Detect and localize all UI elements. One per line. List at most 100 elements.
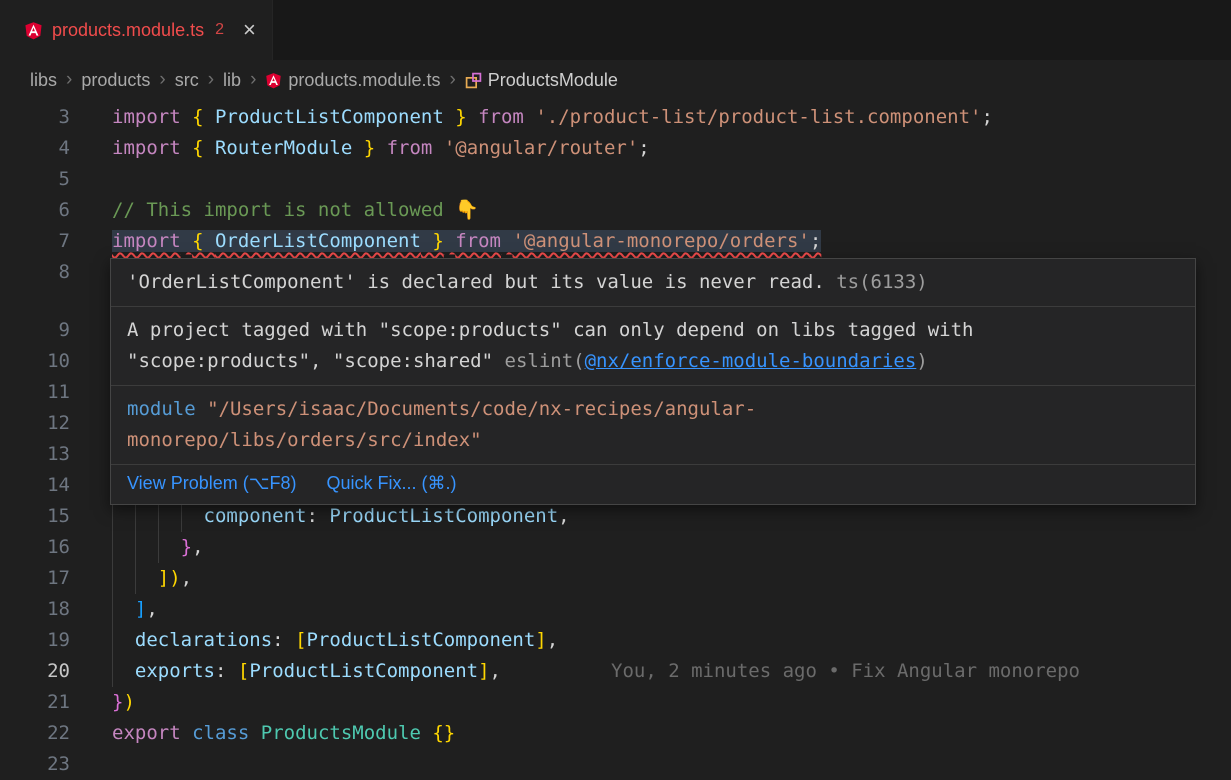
- code-token: [375, 137, 386, 159]
- line-number[interactable]: 16: [0, 532, 70, 563]
- line-number[interactable]: 13: [0, 439, 70, 470]
- code-line-22[interactable]: 22 export class ProductsModule {}: [0, 718, 1231, 749]
- code-text: import { ProductListComponent } from './…: [112, 106, 993, 128]
- code-token: :: [215, 660, 238, 682]
- tab-close-icon[interactable]: ×: [243, 19, 256, 41]
- code-line-23[interactable]: 23: [0, 749, 1231, 780]
- code-token: ,: [547, 629, 558, 651]
- code-line-21[interactable]: 21}): [0, 687, 1231, 718]
- view-problem-action[interactable]: View Problem (⌥F8): [127, 473, 296, 494]
- code-token: ts(6133): [836, 271, 928, 293]
- code-token: // This import is not allowed: [112, 199, 455, 221]
- breadcrumb-separator: ›: [66, 69, 72, 91]
- code-token: :: [272, 629, 295, 651]
- code-token: class: [192, 722, 249, 744]
- line-number[interactable]: 12: [0, 408, 70, 439]
- code-line-19[interactable]: 19 declarations: [ProductListComponent],: [0, 625, 1231, 656]
- line-number[interactable]: 14: [0, 470, 70, 501]
- breadcrumb-item-products-module-ts[interactable]: products.module.ts: [265, 70, 440, 91]
- code-token: [444, 230, 455, 252]
- line-number[interactable]: 21: [0, 687, 70, 718]
- code-content: import { RouterModule } from '@angular/r…: [112, 133, 1231, 164]
- code-content: ],: [112, 594, 1231, 625]
- code-token: import: [112, 137, 181, 159]
- eslint-rule-link[interactable]: @nx/enforce-module-boundaries: [585, 350, 917, 372]
- code-content: ]),: [112, 563, 1231, 594]
- breadcrumb-label: src: [175, 70, 199, 91]
- git-blame-annotation: You, 2 minutes ago • Fix Angular monorep…: [611, 660, 1080, 682]
- line-number[interactable]: 11: [0, 377, 70, 408]
- code-line-6[interactable]: 6 // This import is not allowed 👇: [0, 195, 1231, 226]
- breadcrumb-label: libs: [30, 70, 57, 91]
- code-token: import: [112, 230, 181, 252]
- code-line-3[interactable]: 3 import { ProductListComponent } from '.…: [0, 102, 1231, 133]
- code-line-20[interactable]: 20 exports: [ProductListComponent],You, …: [0, 656, 1231, 687]
- code-line-18[interactable]: 18 ],: [0, 594, 1231, 625]
- code-token: [112, 598, 135, 620]
- code-text: component: ProductListComponent,: [112, 505, 570, 527]
- code-line-15[interactable]: 15 component: ProductListComponent,: [0, 501, 1231, 532]
- breadcrumb-label: lib: [223, 70, 241, 91]
- code-token: ,: [490, 660, 501, 682]
- line-number[interactable]: 4: [0, 133, 70, 164]
- line-number[interactable]: 20: [0, 656, 70, 687]
- breadcrumb-item-products[interactable]: products: [81, 70, 150, 91]
- line-number[interactable]: 22: [0, 718, 70, 749]
- breadcrumb-item-productsmodule[interactable]: ProductsModule: [465, 70, 618, 91]
- line-number[interactable]: 19: [0, 625, 70, 656]
- code-token: ,: [181, 567, 192, 589]
- line-number[interactable]: 7: [0, 226, 70, 257]
- code-token: [: [295, 629, 306, 651]
- code-token: [432, 137, 443, 159]
- line-number[interactable]: 10: [0, 346, 70, 377]
- breadcrumb-separator: ›: [159, 69, 165, 91]
- code-token: ]: [478, 660, 489, 682]
- code-line-7[interactable]: 7import { OrderListComponent } from '@an…: [0, 226, 1231, 257]
- tab-products-module-ts[interactable]: products.module.ts 2 ×: [0, 0, 273, 60]
- code-token: ProductListComponent: [307, 629, 536, 651]
- code-token: [181, 722, 192, 744]
- code-token: {: [192, 137, 215, 159]
- code-content: // This import is not allowed 👇: [112, 195, 1231, 226]
- line-number[interactable]: 17: [0, 563, 70, 594]
- code-token: from: [455, 230, 501, 252]
- quick-fix-action[interactable]: Quick Fix... (⌘.): [326, 473, 456, 494]
- line-number[interactable]: 8: [0, 257, 70, 288]
- line-number[interactable]: 9: [0, 315, 70, 346]
- code-line-5[interactable]: 5: [0, 164, 1231, 195]
- line-number[interactable]: 23: [0, 749, 70, 780]
- breadcrumb-item-libs[interactable]: libs: [30, 70, 57, 91]
- line-number[interactable]: 18: [0, 594, 70, 625]
- code-token: [181, 230, 192, 252]
- breadcrumb-item-lib[interactable]: lib: [223, 70, 241, 91]
- code-text: export class ProductsModule {}: [112, 722, 455, 744]
- code-text: ]),: [112, 567, 192, 589]
- code-line-4[interactable]: 4 import { RouterModule } from '@angular/…: [0, 133, 1231, 164]
- code-token: export: [112, 722, 181, 744]
- module-symbol-icon: [465, 72, 482, 89]
- hover-rows: 'OrderListComponent' is declared but its…: [111, 259, 1195, 465]
- line-number[interactable]: 3: [0, 102, 70, 133]
- code-line-16[interactable]: 16 },: [0, 532, 1231, 563]
- hover-diagnostics-popup: 'OrderListComponent' is declared but its…: [110, 258, 1196, 505]
- breadcrumb-item-src[interactable]: src: [175, 70, 199, 91]
- code-line-17[interactable]: 17 ]),: [0, 563, 1231, 594]
- code-token: ;: [638, 137, 649, 159]
- code-token: '@angular/router': [444, 137, 638, 159]
- line-number[interactable]: 5: [0, 164, 70, 195]
- tab-title: products.module.ts: [52, 20, 204, 41]
- line-number[interactable]: 6: [0, 195, 70, 226]
- code-content: export class ProductsModule {}: [112, 718, 1231, 749]
- code-text: ],: [112, 598, 158, 620]
- code-token: ProductListComponent: [215, 106, 444, 128]
- code-token: 👇: [455, 199, 479, 221]
- hover-message-3: module "/Users/isaac/Documents/code/nx-r…: [111, 386, 1195, 465]
- line-number[interactable]: 15: [0, 501, 70, 532]
- code-token: }: [444, 106, 467, 128]
- code-token: './product-list/product-list.component': [535, 106, 981, 128]
- code-content: [112, 164, 1231, 195]
- code-token: [467, 106, 478, 128]
- code-text: }): [112, 691, 135, 713]
- code-content: }): [112, 687, 1231, 718]
- code-token: ProductListComponent: [329, 505, 558, 527]
